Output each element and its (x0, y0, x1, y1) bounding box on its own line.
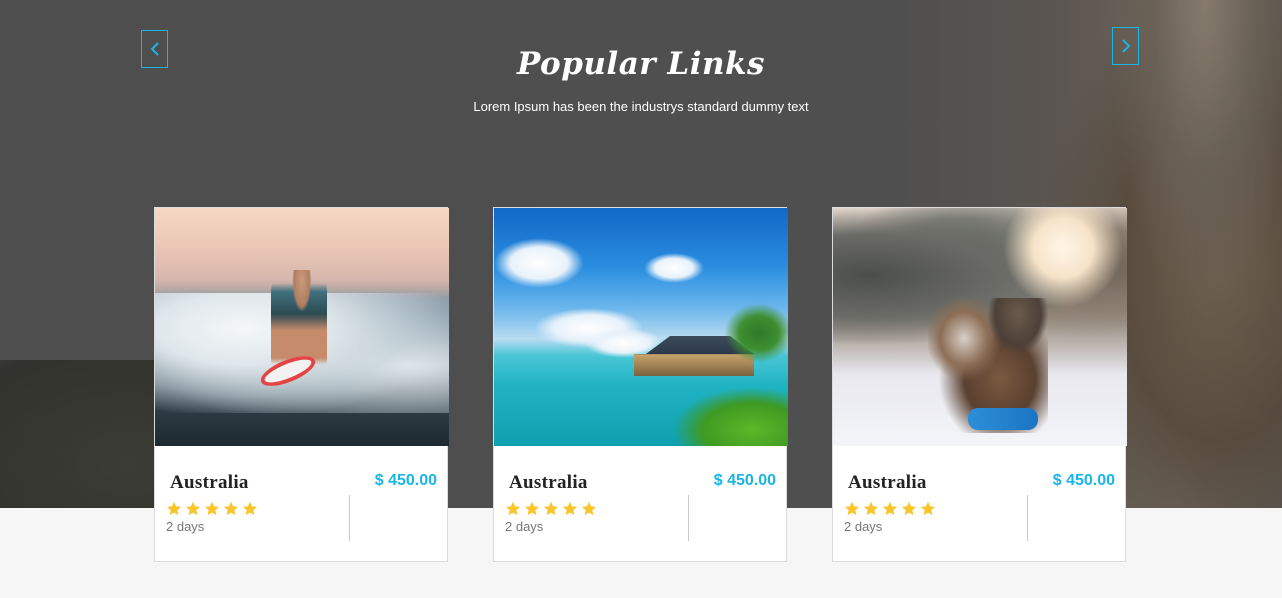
tour-card[interactable]: Australia $ 450.00 2 days (154, 207, 449, 562)
snow-family-photo[interactable] (833, 208, 1127, 446)
tropical-resort-photo[interactable] (494, 208, 788, 446)
star-icon (901, 501, 917, 516)
section-title: Popular Links (517, 46, 765, 82)
star-icon (581, 501, 597, 516)
star-icon (882, 501, 898, 516)
rating-stars (505, 501, 597, 516)
tour-name[interactable]: Australia (170, 472, 249, 494)
tour-price: $ 450.00 (374, 472, 437, 489)
star-icon (863, 501, 879, 516)
surfer-photo[interactable] (155, 208, 449, 446)
divider (349, 495, 350, 541)
star-icon (920, 501, 936, 516)
star-icon (543, 501, 559, 516)
star-icon (223, 501, 239, 516)
tour-duration: 2 days (844, 519, 883, 534)
star-icon (204, 501, 220, 516)
star-icon (505, 501, 521, 516)
star-icon (562, 501, 578, 516)
tour-name[interactable]: Australia (848, 472, 927, 494)
rating-stars (844, 501, 936, 516)
section-subtitle: Lorem Ipsum has been the industrys stand… (473, 99, 809, 114)
tour-price: $ 450.00 (1052, 472, 1115, 489)
tour-card[interactable]: Australia $ 450.00 2 days (493, 207, 788, 562)
star-icon (185, 501, 201, 516)
tour-duration: 2 days (505, 519, 544, 534)
star-icon (242, 501, 258, 516)
tour-card[interactable]: Australia $ 450.00 2 days (832, 207, 1127, 562)
tour-duration: 2 days (166, 519, 205, 534)
divider (1027, 495, 1028, 541)
divider (688, 495, 689, 541)
tour-name[interactable]: Australia (509, 472, 588, 494)
rating-stars (166, 501, 258, 516)
star-icon (166, 501, 182, 516)
star-icon (524, 501, 540, 516)
tour-price: $ 450.00 (713, 472, 776, 489)
star-icon (844, 501, 860, 516)
